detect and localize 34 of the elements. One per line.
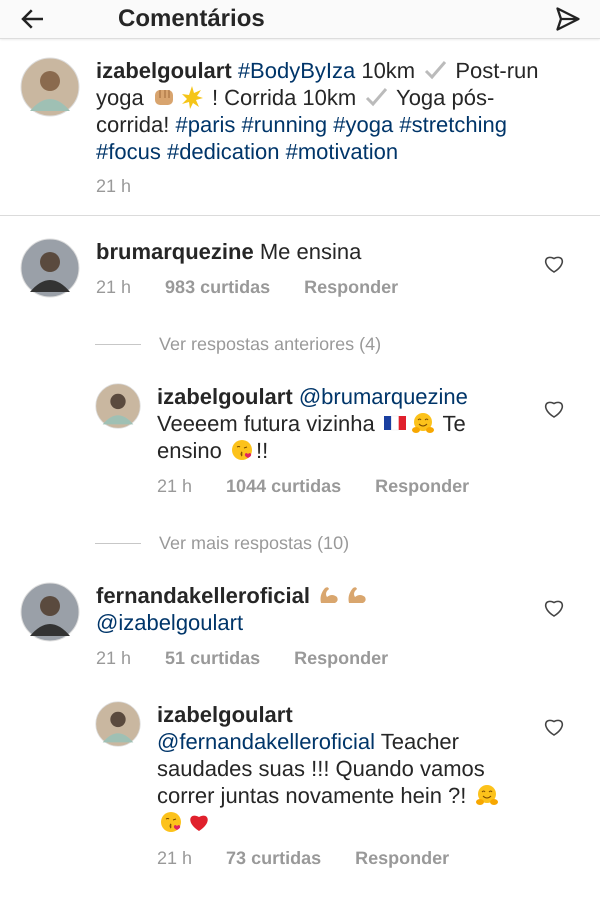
hashtag-link[interactable]: #motivation xyxy=(286,139,398,164)
hug-emoji-icon xyxy=(410,411,435,435)
hashtag-link[interactable]: #running xyxy=(242,112,328,137)
hashtag-link[interactable]: #paris xyxy=(175,112,236,137)
avatar[interactable] xyxy=(20,238,80,298)
burst-emoji-icon xyxy=(180,85,204,109)
hashtag-link[interactable]: #stretching xyxy=(399,112,507,137)
hug-emoji-icon xyxy=(474,783,499,807)
comment-time: 21 h xyxy=(96,648,132,669)
check-emoji-icon xyxy=(364,85,388,109)
mention-link[interactable]: @brumarquezine xyxy=(298,384,468,409)
comment-text: fernandakelleroficial @izabelgoulart xyxy=(96,582,526,636)
mention-link[interactable]: @fernandakelleroficial xyxy=(157,729,376,754)
comment-time: 21 h xyxy=(157,476,192,497)
hashtag-link[interactable]: #BodyByIza xyxy=(238,58,356,83)
mention-link[interactable]: @izabelgoulart xyxy=(96,610,244,635)
send-icon[interactable] xyxy=(554,5,582,33)
comment-text: izabelgoulart @brumarquezine Veeeem futura vizinha Te ensino !! xyxy=(157,383,469,464)
comment-time: 21 h xyxy=(157,848,192,869)
avatar[interactable] xyxy=(95,701,141,747)
comment-text: izabelgoulart @fernandakelleroficial Teacher saudades suas !!! Quando vamos correr juntas novamente hein ?! xyxy=(157,701,526,836)
hashtag-link[interactable]: #focus xyxy=(96,139,161,164)
check-emoji-icon xyxy=(423,58,448,82)
comment-time: 21 h xyxy=(96,277,132,298)
hashtag-link[interactable]: #yoga xyxy=(333,112,394,137)
avatar[interactable] xyxy=(20,582,80,642)
kiss-emoji-icon xyxy=(230,438,254,462)
comment-text: brumarquezine Me ensina xyxy=(96,238,362,265)
post-time: 21 h xyxy=(96,176,132,198)
caption-text: izabelgoulart #BodyByIza 10km Post-run yoga ! Corrida 10km Yoga pós-corrida! #paris #running #yoga #stretching #focus #dedication #motivation xyxy=(96,57,540,165)
page-title: Comentários xyxy=(118,5,266,33)
kiss-emoji-icon xyxy=(159,810,183,834)
avatar[interactable] xyxy=(95,383,141,429)
hashtag-link[interactable]: #dedication xyxy=(166,139,280,164)
